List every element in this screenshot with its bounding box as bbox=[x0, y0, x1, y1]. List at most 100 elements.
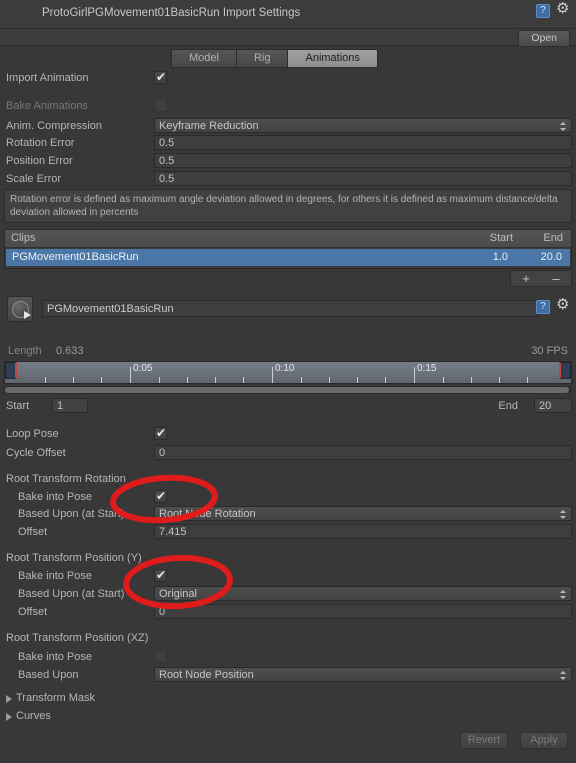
tab-animations[interactable]: Animations bbox=[288, 50, 377, 67]
help-message-box: Rotation error is defined as maximum ang… bbox=[4, 189, 572, 223]
clips-list-header: Clips Start End bbox=[5, 230, 571, 248]
row-position-error: Position Error 0.5 bbox=[0, 153, 576, 170]
row-position-y-bake-into-pose: Bake into Pose bbox=[0, 568, 576, 585]
help-book-icon[interactable] bbox=[536, 4, 550, 18]
import-animation-checkbox[interactable] bbox=[154, 70, 167, 84]
row-rotation-based-upon: Based Upon (at Start) Root Node Rotation bbox=[0, 506, 576, 523]
rotation-error-input[interactable]: 0.5 bbox=[154, 135, 572, 150]
import-settings-window: ProtoGirlPGMovement01BasicRun Import Set… bbox=[0, 0, 576, 763]
chevron-right-icon bbox=[6, 713, 12, 721]
row-start-end: Start 1 End 20 bbox=[0, 398, 576, 415]
bake-animations-checkbox[interactable] bbox=[154, 99, 167, 112]
position-xz-bake-label: Bake into Pose bbox=[18, 651, 92, 663]
cycle-offset-input[interactable]: 0 bbox=[154, 445, 572, 460]
position-xz-based-upon-value: Root Node Position bbox=[159, 669, 254, 681]
timeline-start-marker[interactable] bbox=[5, 362, 17, 379]
gear-icon[interactable] bbox=[556, 297, 570, 314]
open-button[interactable]: Open bbox=[518, 30, 570, 47]
anim-compression-value: Keyframe Reduction bbox=[159, 120, 259, 132]
clip-row-start: 1.0 bbox=[492, 251, 508, 263]
start-label: Start bbox=[6, 400, 30, 412]
row-position-xz-based-upon: Based Upon Root Node Position bbox=[0, 667, 576, 684]
row-bake-animations: Bake Animations bbox=[0, 98, 576, 115]
row-position-xz-bake-into-pose: Bake into Pose bbox=[0, 649, 576, 666]
chevron-updown-icon bbox=[560, 120, 567, 132]
chevron-updown-icon bbox=[560, 669, 567, 681]
remove-clip-button[interactable]: – bbox=[541, 271, 571, 286]
timeline-scrollbar[interactable] bbox=[4, 386, 572, 394]
row-position-y-based-upon: Based Upon (at Start) Original bbox=[0, 586, 576, 603]
timeline-tick-label-0010: 0:10 bbox=[275, 363, 295, 374]
row-position-y-offset: Offset 0 bbox=[0, 604, 576, 621]
scale-error-input[interactable]: 0.5 bbox=[154, 171, 572, 186]
tab-rig[interactable]: Rig bbox=[236, 50, 289, 67]
anim-compression-label: Anim. Compression bbox=[6, 120, 102, 132]
position-y-based-upon-value: Original bbox=[159, 588, 197, 600]
start-input[interactable]: 1 bbox=[52, 398, 88, 413]
position-y-bake-checkbox[interactable] bbox=[154, 568, 167, 582]
rotation-bake-label: Bake into Pose bbox=[18, 491, 92, 503]
clip-add-remove-group: + – bbox=[510, 270, 572, 287]
tab-bar: Model Rig Animations bbox=[171, 49, 378, 68]
apply-button[interactable]: Apply bbox=[520, 732, 568, 749]
position-xz-based-upon-label: Based Upon bbox=[18, 669, 79, 681]
add-clip-button[interactable]: + bbox=[511, 271, 541, 286]
position-y-bake-label: Bake into Pose bbox=[18, 570, 92, 582]
rotation-based-upon-dropdown[interactable]: Root Node Rotation bbox=[154, 506, 572, 521]
fps-label: 30 FPS bbox=[531, 345, 568, 357]
header-icon-group bbox=[536, 1, 570, 18]
section-root-transform-rotation: Root Transform Rotation bbox=[6, 473, 126, 485]
position-xz-based-upon-dropdown[interactable]: Root Node Position bbox=[154, 667, 572, 682]
row-rotation-offset: Offset 7.415 bbox=[0, 524, 576, 541]
position-y-based-upon-dropdown[interactable]: Original bbox=[154, 586, 572, 601]
clip-row-name: PGMovement01BasicRun bbox=[12, 251, 139, 263]
bake-animations-label: Bake Animations bbox=[6, 100, 88, 112]
row-loop-pose: Loop Pose bbox=[0, 426, 576, 443]
page-title: ProtoGirlPGMovement01BasicRun Import Set… bbox=[42, 7, 301, 19]
rotation-bake-checkbox[interactable] bbox=[154, 489, 167, 503]
help-book-icon[interactable] bbox=[536, 300, 550, 314]
anim-compression-dropdown[interactable]: Keyframe Reduction bbox=[154, 118, 572, 133]
timeline-scrollbar-thumb[interactable] bbox=[5, 387, 569, 393]
position-xz-bake-checkbox[interactable] bbox=[154, 650, 167, 663]
chevron-updown-icon bbox=[560, 508, 567, 520]
timeline-end-marker[interactable] bbox=[559, 362, 571, 379]
loop-pose-checkbox[interactable] bbox=[154, 426, 167, 440]
position-error-input[interactable]: 0.5 bbox=[154, 153, 572, 168]
rotation-based-upon-value: Root Node Rotation bbox=[159, 508, 256, 520]
row-anim-compression: Anim. Compression Keyframe Reduction bbox=[0, 118, 576, 135]
position-y-offset-label: Offset bbox=[18, 606, 48, 618]
rotation-offset-label: Offset bbox=[18, 526, 48, 538]
length-value: 0.633 bbox=[56, 345, 84, 357]
row-rotation-error: Rotation Error 0.5 bbox=[0, 135, 576, 152]
section-root-transform-position-y: Root Transform Position (Y) bbox=[6, 552, 142, 564]
gear-icon[interactable] bbox=[556, 1, 570, 18]
open-bar bbox=[0, 29, 576, 46]
play-button[interactable] bbox=[7, 296, 33, 322]
scale-error-label: Scale Error bbox=[6, 173, 62, 185]
end-input[interactable]: 20 bbox=[534, 398, 572, 413]
clip-name-input[interactable]: PGMovement01BasicRun bbox=[42, 300, 538, 317]
import-animation-label: Import Animation bbox=[6, 72, 89, 84]
clips-column-end: End bbox=[543, 232, 563, 244]
loop-pose-label: Loop Pose bbox=[6, 428, 59, 440]
cycle-offset-label: Cycle Offset bbox=[6, 447, 66, 459]
timeline-ruler[interactable]: 0:05 0:10 0:15 bbox=[4, 361, 572, 384]
chevron-updown-icon bbox=[560, 588, 567, 600]
timeline-tick-label-0015: 0:15 bbox=[417, 363, 437, 374]
tab-model[interactable]: Model bbox=[172, 50, 237, 67]
row-cycle-offset: Cycle Offset 0 bbox=[0, 445, 576, 462]
rotation-offset-input[interactable]: 7.415 bbox=[154, 524, 572, 539]
timeline-tick-label-0005: 0:05 bbox=[133, 363, 153, 374]
table-row[interactable]: PGMovement01BasicRun 1.0 20.0 bbox=[6, 249, 570, 266]
length-label: Length bbox=[8, 345, 42, 357]
foldout-curves-label: Curves bbox=[16, 710, 51, 722]
window-titlebar: ProtoGirlPGMovement01BasicRun Import Set… bbox=[0, 0, 576, 29]
position-y-offset-input[interactable]: 0 bbox=[154, 604, 572, 619]
section-root-transform-position-xz: Root Transform Position (XZ) bbox=[6, 632, 149, 644]
rotation-error-label: Rotation Error bbox=[6, 137, 75, 149]
position-error-label: Position Error bbox=[6, 155, 73, 167]
row-rotation-bake-into-pose: Bake into Pose bbox=[0, 489, 576, 506]
row-scale-error: Scale Error 0.5 bbox=[0, 171, 576, 188]
revert-button[interactable]: Revert bbox=[460, 732, 508, 749]
